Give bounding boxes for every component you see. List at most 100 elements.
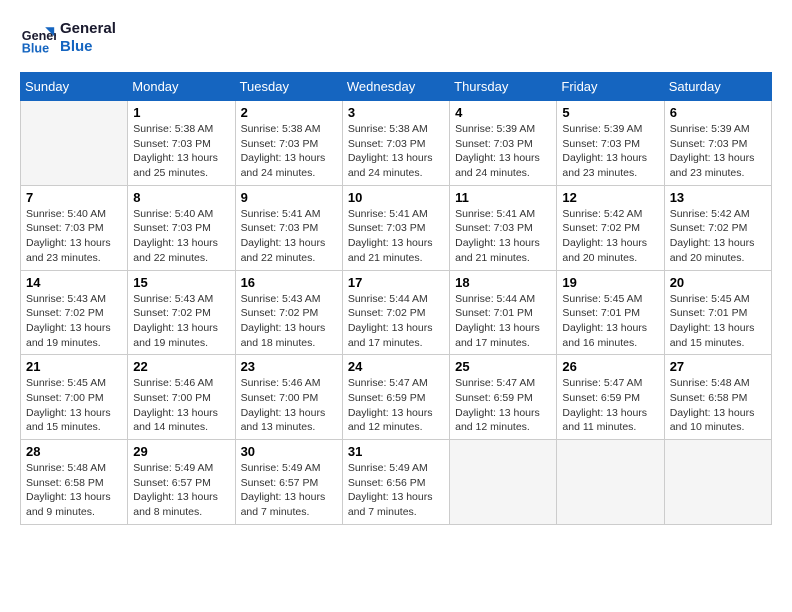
calendar-cell: 2 Sunrise: 5:38 AMSunset: 7:03 PMDayligh… [235, 101, 342, 186]
cell-info: Sunrise: 5:46 AMSunset: 7:00 PMDaylight:… [133, 376, 229, 435]
calendar-cell: 12 Sunrise: 5:42 AMSunset: 7:02 PMDaylig… [557, 185, 664, 270]
cell-info: Sunrise: 5:49 AMSunset: 6:56 PMDaylight:… [348, 461, 444, 520]
cell-info: Sunrise: 5:47 AMSunset: 6:59 PMDaylight:… [455, 376, 551, 435]
calendar-week-row: 7 Sunrise: 5:40 AMSunset: 7:03 PMDayligh… [21, 185, 772, 270]
calendar-cell: 17 Sunrise: 5:44 AMSunset: 7:02 PMDaylig… [342, 270, 449, 355]
day-header-sunday: Sunday [21, 73, 128, 101]
day-number: 10 [348, 190, 444, 205]
cell-info: Sunrise: 5:42 AMSunset: 7:02 PMDaylight:… [562, 207, 658, 266]
day-number: 31 [348, 444, 444, 459]
calendar-week-row: 21 Sunrise: 5:45 AMSunset: 7:00 PMDaylig… [21, 355, 772, 440]
day-header-tuesday: Tuesday [235, 73, 342, 101]
calendar-cell: 7 Sunrise: 5:40 AMSunset: 7:03 PMDayligh… [21, 185, 128, 270]
calendar-week-row: 1 Sunrise: 5:38 AMSunset: 7:03 PMDayligh… [21, 101, 772, 186]
calendar-cell: 27 Sunrise: 5:48 AMSunset: 6:58 PMDaylig… [664, 355, 771, 440]
calendar-cell: 25 Sunrise: 5:47 AMSunset: 6:59 PMDaylig… [450, 355, 557, 440]
cell-info: Sunrise: 5:43 AMSunset: 7:02 PMDaylight:… [241, 292, 337, 351]
day-number: 29 [133, 444, 229, 459]
day-number: 1 [133, 105, 229, 120]
calendar-cell: 15 Sunrise: 5:43 AMSunset: 7:02 PMDaylig… [128, 270, 235, 355]
calendar-cell [21, 101, 128, 186]
calendar-cell: 11 Sunrise: 5:41 AMSunset: 7:03 PMDaylig… [450, 185, 557, 270]
day-number: 2 [241, 105, 337, 120]
day-header-friday: Friday [557, 73, 664, 101]
calendar-cell: 28 Sunrise: 5:48 AMSunset: 6:58 PMDaylig… [21, 440, 128, 525]
calendar-cell: 30 Sunrise: 5:49 AMSunset: 6:57 PMDaylig… [235, 440, 342, 525]
calendar-cell: 18 Sunrise: 5:44 AMSunset: 7:01 PMDaylig… [450, 270, 557, 355]
calendar-cell: 20 Sunrise: 5:45 AMSunset: 7:01 PMDaylig… [664, 270, 771, 355]
calendar-table: SundayMondayTuesdayWednesdayThursdayFrid… [20, 72, 772, 525]
cell-info: Sunrise: 5:47 AMSunset: 6:59 PMDaylight:… [348, 376, 444, 435]
cell-info: Sunrise: 5:38 AMSunset: 7:03 PMDaylight:… [241, 122, 337, 181]
day-number: 5 [562, 105, 658, 120]
svg-text:Blue: Blue [22, 41, 49, 55]
day-number: 26 [562, 359, 658, 374]
cell-info: Sunrise: 5:38 AMSunset: 7:03 PMDaylight:… [348, 122, 444, 181]
cell-info: Sunrise: 5:48 AMSunset: 6:58 PMDaylight:… [26, 461, 122, 520]
cell-info: Sunrise: 5:44 AMSunset: 7:01 PMDaylight:… [455, 292, 551, 351]
calendar-cell: 24 Sunrise: 5:47 AMSunset: 6:59 PMDaylig… [342, 355, 449, 440]
calendar-cell: 13 Sunrise: 5:42 AMSunset: 7:02 PMDaylig… [664, 185, 771, 270]
day-number: 16 [241, 275, 337, 290]
calendar-cell: 8 Sunrise: 5:40 AMSunset: 7:03 PMDayligh… [128, 185, 235, 270]
cell-info: Sunrise: 5:41 AMSunset: 7:03 PMDaylight:… [455, 207, 551, 266]
day-number: 30 [241, 444, 337, 459]
day-number: 22 [133, 359, 229, 374]
calendar-cell: 23 Sunrise: 5:46 AMSunset: 7:00 PMDaylig… [235, 355, 342, 440]
day-number: 19 [562, 275, 658, 290]
logo-line2: Blue [60, 38, 116, 56]
cell-info: Sunrise: 5:45 AMSunset: 7:01 PMDaylight:… [670, 292, 766, 351]
day-number: 27 [670, 359, 766, 374]
day-header-saturday: Saturday [664, 73, 771, 101]
calendar-cell: 31 Sunrise: 5:49 AMSunset: 6:56 PMDaylig… [342, 440, 449, 525]
day-number: 4 [455, 105, 551, 120]
cell-info: Sunrise: 5:43 AMSunset: 7:02 PMDaylight:… [133, 292, 229, 351]
day-number: 25 [455, 359, 551, 374]
day-header-wednesday: Wednesday [342, 73, 449, 101]
day-number: 21 [26, 359, 122, 374]
cell-info: Sunrise: 5:39 AMSunset: 7:03 PMDaylight:… [562, 122, 658, 181]
day-number: 6 [670, 105, 766, 120]
calendar-week-row: 14 Sunrise: 5:43 AMSunset: 7:02 PMDaylig… [21, 270, 772, 355]
calendar-cell: 6 Sunrise: 5:39 AMSunset: 7:03 PMDayligh… [664, 101, 771, 186]
cell-info: Sunrise: 5:39 AMSunset: 7:03 PMDaylight:… [455, 122, 551, 181]
cell-info: Sunrise: 5:49 AMSunset: 6:57 PMDaylight:… [133, 461, 229, 520]
day-number: 13 [670, 190, 766, 205]
day-header-monday: Monday [128, 73, 235, 101]
logo: General Blue General Blue [20, 20, 116, 56]
page-header: General Blue General Blue [20, 20, 772, 56]
cell-info: Sunrise: 5:41 AMSunset: 7:03 PMDaylight:… [241, 207, 337, 266]
calendar-week-row: 28 Sunrise: 5:48 AMSunset: 6:58 PMDaylig… [21, 440, 772, 525]
day-number: 11 [455, 190, 551, 205]
day-number: 3 [348, 105, 444, 120]
calendar-cell: 10 Sunrise: 5:41 AMSunset: 7:03 PMDaylig… [342, 185, 449, 270]
cell-info: Sunrise: 5:48 AMSunset: 6:58 PMDaylight:… [670, 376, 766, 435]
logo-icon: General Blue [20, 20, 56, 56]
cell-info: Sunrise: 5:45 AMSunset: 7:01 PMDaylight:… [562, 292, 658, 351]
day-number: 8 [133, 190, 229, 205]
day-number: 23 [241, 359, 337, 374]
calendar-cell: 26 Sunrise: 5:47 AMSunset: 6:59 PMDaylig… [557, 355, 664, 440]
cell-info: Sunrise: 5:40 AMSunset: 7:03 PMDaylight:… [133, 207, 229, 266]
cell-info: Sunrise: 5:44 AMSunset: 7:02 PMDaylight:… [348, 292, 444, 351]
calendar-cell: 21 Sunrise: 5:45 AMSunset: 7:00 PMDaylig… [21, 355, 128, 440]
day-number: 18 [455, 275, 551, 290]
cell-info: Sunrise: 5:40 AMSunset: 7:03 PMDaylight:… [26, 207, 122, 266]
day-header-thursday: Thursday [450, 73, 557, 101]
cell-info: Sunrise: 5:45 AMSunset: 7:00 PMDaylight:… [26, 376, 122, 435]
day-number: 9 [241, 190, 337, 205]
day-number: 12 [562, 190, 658, 205]
cell-info: Sunrise: 5:49 AMSunset: 6:57 PMDaylight:… [241, 461, 337, 520]
cell-info: Sunrise: 5:38 AMSunset: 7:03 PMDaylight:… [133, 122, 229, 181]
calendar-cell: 19 Sunrise: 5:45 AMSunset: 7:01 PMDaylig… [557, 270, 664, 355]
cell-info: Sunrise: 5:46 AMSunset: 7:00 PMDaylight:… [241, 376, 337, 435]
calendar-cell: 29 Sunrise: 5:49 AMSunset: 6:57 PMDaylig… [128, 440, 235, 525]
calendar-cell: 16 Sunrise: 5:43 AMSunset: 7:02 PMDaylig… [235, 270, 342, 355]
cell-info: Sunrise: 5:47 AMSunset: 6:59 PMDaylight:… [562, 376, 658, 435]
cell-info: Sunrise: 5:39 AMSunset: 7:03 PMDaylight:… [670, 122, 766, 181]
day-number: 20 [670, 275, 766, 290]
calendar-cell [557, 440, 664, 525]
day-number: 24 [348, 359, 444, 374]
cell-info: Sunrise: 5:41 AMSunset: 7:03 PMDaylight:… [348, 207, 444, 266]
day-number: 7 [26, 190, 122, 205]
